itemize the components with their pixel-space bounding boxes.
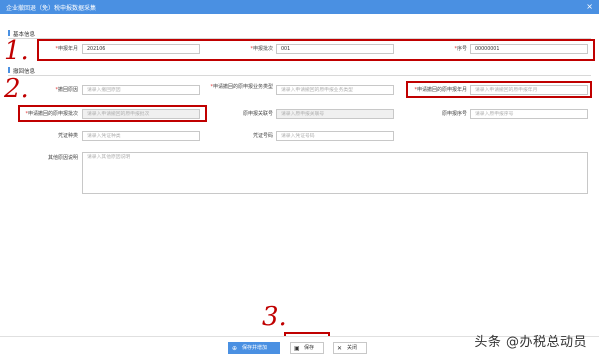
watermark: 头条 @办税总动员	[474, 335, 587, 350]
annotation-number-3: 3.	[262, 302, 287, 332]
biz-type-select[interactable]: 请录入申请撤回的原申报业务类型	[276, 85, 394, 95]
annotation-box-orig-batch	[18, 105, 207, 122]
orig-assoc-input[interactable]: 请录入原申报关联号	[276, 109, 394, 119]
save-button[interactable]: ▣ 保存	[290, 342, 324, 354]
section-accent-bar	[8, 67, 10, 73]
voucher-no-input[interactable]: 请录入凭证号码	[276, 131, 394, 141]
annotation-number-1: 1.	[4, 36, 29, 66]
section-basic-info: 基本信息	[8, 28, 591, 39]
close-icon: ✕	[337, 345, 343, 352]
voucher-type-label: 凭证种类	[57, 133, 78, 139]
annotation-number-2: 2.	[4, 74, 29, 104]
annotation-box-orig-period	[406, 81, 592, 98]
section-withdraw-info: 撤回信息	[8, 65, 591, 76]
voucher-type-input[interactable]: 请录入凭证种类	[82, 131, 200, 141]
biz-type-label: *申请撤回的原申报业务类型	[210, 84, 273, 90]
other-reason-label: 其他原因说明	[47, 155, 78, 161]
save-plus-icon: ⊕	[232, 345, 238, 352]
close-button[interactable]: ✕ 关闭	[333, 342, 367, 354]
window-title: 企业撤回退（免）税申报数据采集	[6, 5, 97, 12]
voucher-no-label: 凭证号码	[252, 133, 273, 139]
annotation-box-basic	[37, 39, 595, 61]
orig-seq-input[interactable]: 请录入原申报序号	[470, 109, 588, 119]
save-and-add-label: 保存并增加	[242, 345, 268, 351]
save-and-add-button[interactable]: ⊕ 保存并增加	[228, 342, 280, 354]
save-icon: ▣	[294, 345, 300, 352]
save-label: 保存	[304, 345, 315, 351]
orig-seq-label: 原申报序号	[441, 111, 467, 117]
reason-select[interactable]: 请录入撤回原因	[82, 85, 200, 95]
window-titlebar: 企业撤回退（免）税申报数据采集 ×	[0, 0, 599, 14]
close-label: 关闭	[347, 345, 358, 351]
close-icon[interactable]: ×	[586, 2, 593, 11]
orig-assoc-label: 原申报关联号	[242, 111, 273, 117]
other-reason-textarea[interactable]: 请录入其他原因说明	[82, 152, 588, 194]
